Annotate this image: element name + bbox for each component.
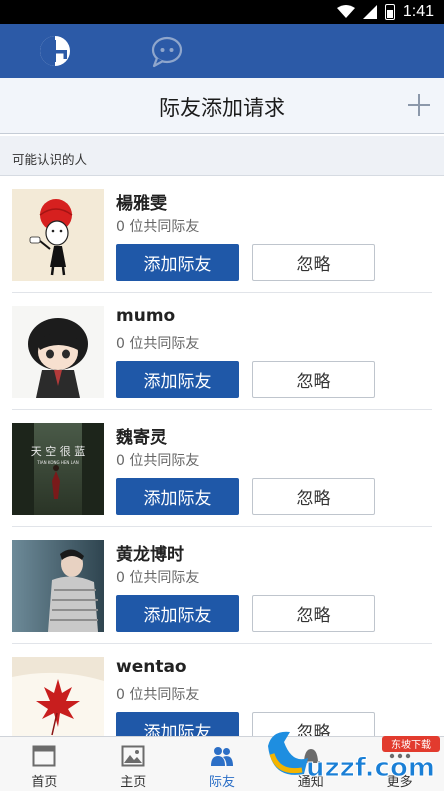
user-name: wentao xyxy=(116,657,187,677)
avatar[interactable] xyxy=(12,306,104,398)
add-friend-button[interactable]: 添加际友 xyxy=(116,244,239,281)
tab-profile[interactable]: 主页 xyxy=(89,737,178,791)
status-time: 1:41 xyxy=(402,3,434,20)
add-icon[interactable] xyxy=(408,94,430,116)
user-name: 黄龙博时 xyxy=(116,545,184,565)
list-item: 黄龙博时 0 位共同际友 添加际友 忽略 xyxy=(0,527,444,644)
wifi-icon xyxy=(336,5,355,18)
add-friend-button[interactable]: 添加际友 xyxy=(116,478,239,515)
page-title: 际友添加请求 xyxy=(159,96,285,120)
avatar[interactable] xyxy=(12,540,104,632)
avatar[interactable] xyxy=(12,657,104,736)
mutual-count: 0 位共同际友 xyxy=(116,336,200,352)
battery-icon xyxy=(384,4,395,20)
image-icon xyxy=(121,745,145,767)
avatar-text: 天 空 很 蓝 xyxy=(31,444,86,458)
watermark-logo: uzzf.com 东坡下载 xyxy=(268,731,440,784)
user-name: 魏寄灵 xyxy=(116,428,167,448)
list-item: 楊雅雯 0 位共同际友 添加际友 忽略 xyxy=(0,176,444,293)
add-friend-button[interactable]: 添加际友 xyxy=(116,361,239,398)
ignore-button[interactable]: 忽略 xyxy=(252,361,375,398)
tab-friends[interactable]: 际友 xyxy=(178,737,267,791)
signal-icon xyxy=(362,5,377,19)
tab-home[interactable]: 首页 xyxy=(0,737,89,791)
mutual-count: 0 位共同际友 xyxy=(116,219,200,235)
avatar[interactable]: 天 空 很 蓝 TIAN KONG HEN LAN xyxy=(12,423,104,515)
status-bar: 1:41 xyxy=(0,0,444,24)
suggestion-list: 楊雅雯 0 位共同际友 添加际友 忽略 mumo 0 位共同际友 添加际友 忽略 xyxy=(0,176,444,736)
mutual-count: 0 位共同际友 xyxy=(116,570,200,586)
list-item: wentao 0 位共同际友 添加际友 忽略 xyxy=(0,644,444,736)
friends-icon xyxy=(210,747,233,766)
chat-icon[interactable] xyxy=(150,36,184,68)
add-friend-button[interactable]: 添加际友 xyxy=(116,712,239,736)
tab-label: 际友 xyxy=(208,775,235,790)
list-item: 天 空 很 蓝 TIAN KONG HEN LAN 魏寄灵 0 位共同际友 添加… xyxy=(0,410,444,527)
user-name: mumo xyxy=(116,306,176,326)
user-name: 楊雅雯 xyxy=(116,194,167,214)
app-header xyxy=(0,24,444,78)
avatar-subtext: TIAN KONG HEN LAN xyxy=(36,460,78,465)
add-friend-button[interactable]: 添加际友 xyxy=(116,595,239,632)
ignore-button[interactable]: 忽略 xyxy=(252,595,375,632)
mutual-count: 0 位共同际友 xyxy=(116,453,200,469)
watermark-badge: 东坡下载 xyxy=(391,738,431,751)
home-icon xyxy=(32,745,56,767)
ignore-button[interactable]: 忽略 xyxy=(252,478,375,515)
section-label: 可能认识的人 xyxy=(12,152,88,167)
app-logo-icon[interactable] xyxy=(38,34,72,68)
title-bar: 际友添加请求 xyxy=(0,78,444,134)
ignore-button[interactable]: 忽略 xyxy=(252,244,375,281)
list-item: mumo 0 位共同际友 添加际友 忽略 xyxy=(0,293,444,410)
watermark-text: uzzf.com xyxy=(306,753,435,783)
section-header: 可能认识的人 xyxy=(0,136,444,176)
tab-label: 主页 xyxy=(120,775,147,790)
tab-label: 首页 xyxy=(31,775,58,790)
mutual-count: 0 位共同际友 xyxy=(116,687,200,703)
avatar[interactable] xyxy=(12,189,104,281)
